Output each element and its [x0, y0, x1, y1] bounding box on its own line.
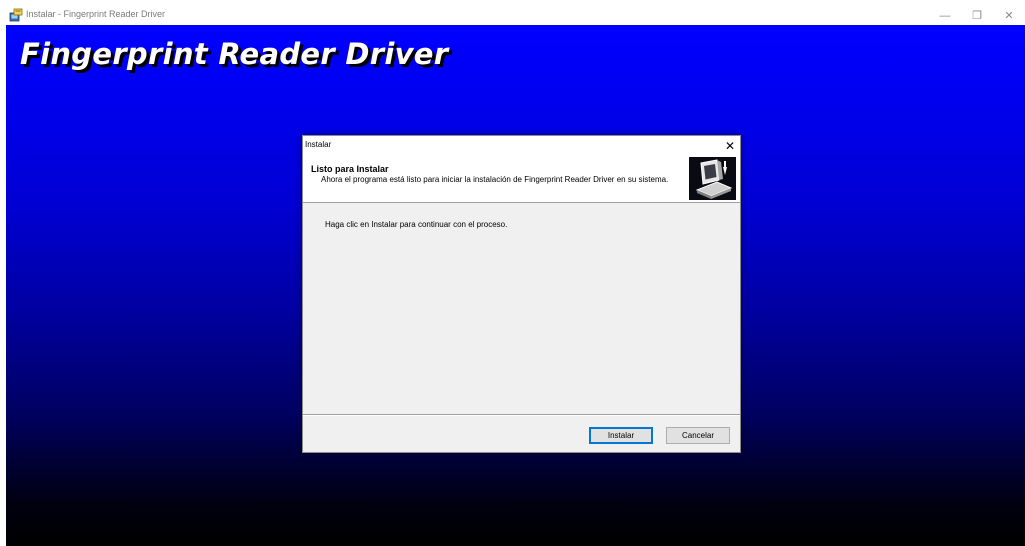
installer-window: Instalar - Fingerprint Reader Driver — ❐…	[6, 6, 1025, 546]
setup-icon	[9, 8, 23, 22]
page-title: Listo para Instalar	[311, 164, 389, 174]
close-window-button[interactable]: ✕	[994, 6, 1024, 25]
banner-title: Fingerprint Reader Driver	[20, 37, 449, 71]
page-description: Ahora el programa está listo para inicia…	[321, 175, 669, 184]
close-icon: ✕	[1004, 10, 1014, 22]
close-icon: ✕	[724, 138, 736, 153]
installer-background: Fingerprint Reader Driver Instalar ✕ Lis…	[6, 25, 1025, 546]
minimize-icon: —	[939, 9, 951, 22]
restore-icon: ❐	[972, 10, 982, 22]
dialog-header: Listo para Instalar Ahora el programa es…	[303, 155, 740, 203]
cancel-button[interactable]: Cancelar	[666, 427, 730, 444]
install-button[interactable]: Instalar	[589, 427, 653, 444]
dialog-close-button[interactable]: ✕	[720, 136, 740, 155]
footer-divider	[303, 414, 740, 416]
window-title: Instalar - Fingerprint Reader Driver	[26, 9, 166, 19]
dialog-titlebar[interactable]: Instalar ✕	[303, 136, 740, 155]
window-titlebar[interactable]: Instalar - Fingerprint Reader Driver — ❐…	[6, 6, 1025, 25]
install-dialog: Instalar ✕ Listo para Instalar Ahora el …	[302, 135, 741, 453]
dialog-title: Instalar	[305, 140, 332, 149]
minimize-button[interactable]: —	[930, 6, 960, 25]
instruction-text: Haga clic en Instalar para continuar con…	[325, 220, 508, 229]
restore-button[interactable]: ❐	[962, 6, 992, 25]
install-computer-icon	[689, 157, 736, 200]
